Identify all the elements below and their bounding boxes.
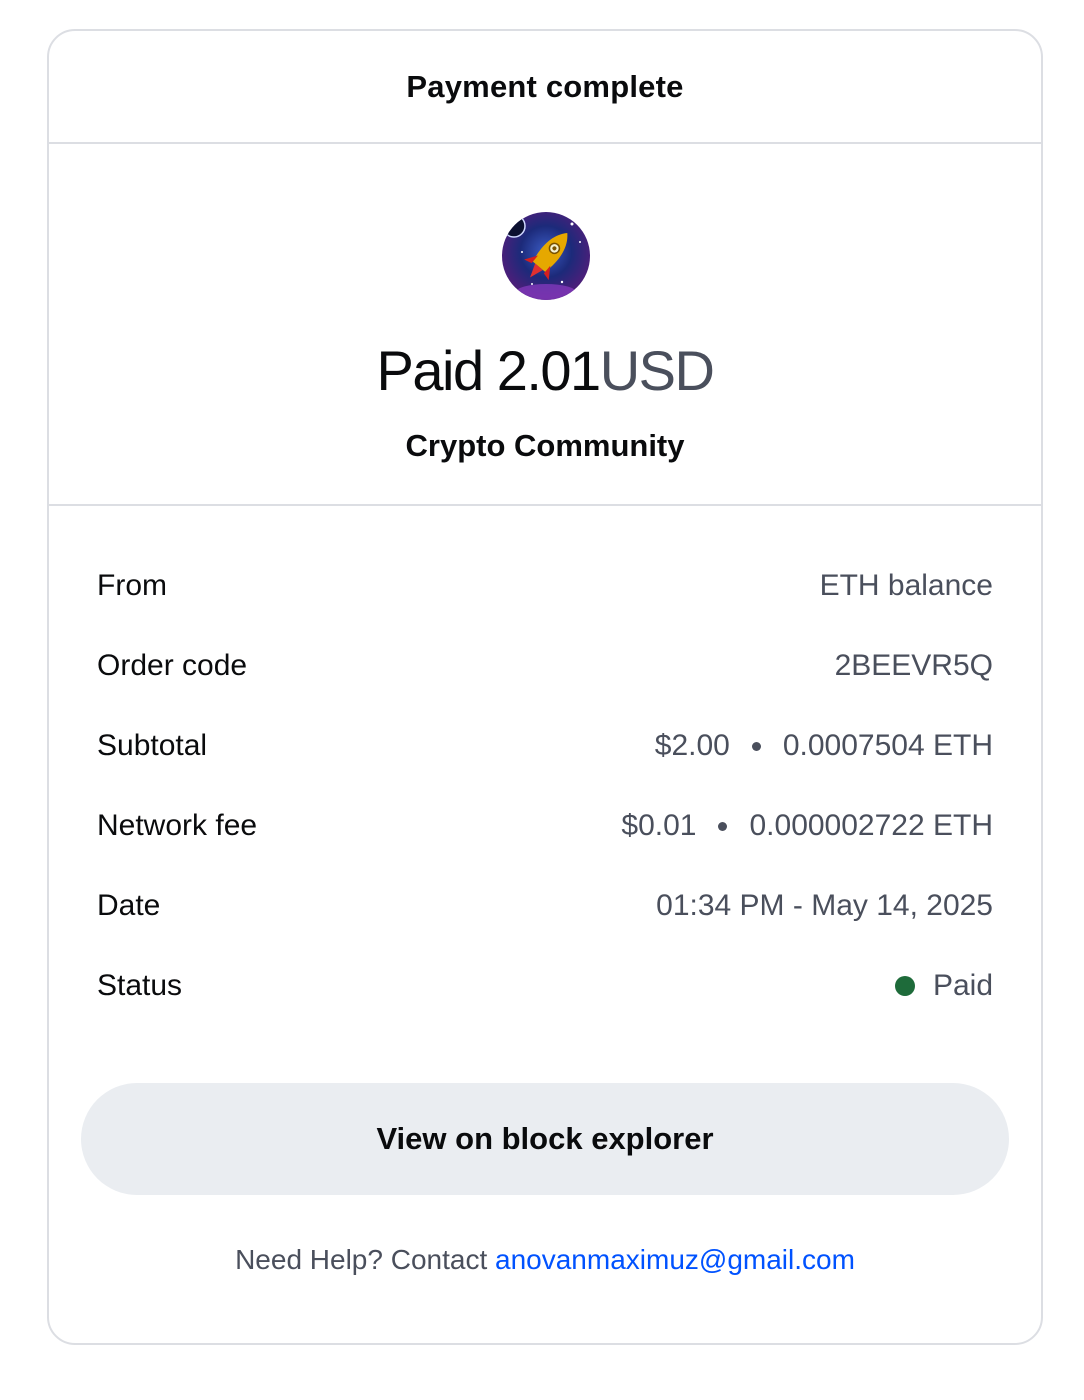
merchant-name: Crypto Community <box>405 428 685 463</box>
detail-label: Subtotal <box>97 729 208 762</box>
fee-eth: 0.000002722 ETH <box>749 809 993 842</box>
detail-value: 01:34 PM - May 14, 2025 <box>656 889 993 922</box>
detail-label: Network fee <box>97 809 258 842</box>
detail-value: Paid <box>894 969 993 1003</box>
detail-row-status: Status Paid <box>97 946 993 1026</box>
detail-label: From <box>97 569 167 602</box>
support-email-link[interactable]: anovanmaximuz@gmail.com <box>495 1244 855 1275</box>
status-badge: Paid <box>932 969 993 1002</box>
subtotal-eth: 0.0007504 ETH <box>782 729 993 762</box>
detail-value: ETH balance <box>819 569 993 602</box>
detail-label: Order code <box>97 649 248 682</box>
detail-value: 2BEEVR5Q <box>834 649 993 682</box>
detail-value: $2.00 0.0007504 ETH <box>655 729 993 763</box>
view-block-explorer-button[interactable]: View on block explorer <box>81 1083 1009 1195</box>
paid-value: 2.01 <box>496 339 602 402</box>
page-title: Payment complete <box>406 68 684 104</box>
payment-receipt-card: Payment complete Paid 2.01USD Crypto Com… <box>47 29 1043 1345</box>
detail-row-order-code: Order code 2BEEVR5Q <box>97 626 993 706</box>
detail-value: $0.01 0.000002722 ETH <box>621 809 993 843</box>
separator-dot <box>751 741 761 751</box>
detail-row-network-fee: Network fee $0.01 0.000002722 ETH <box>97 786 993 866</box>
detail-row-subtotal: Subtotal $2.00 0.0007504 ETH <box>97 706 993 786</box>
status-indicator-dot <box>894 976 915 996</box>
help-text: Need Help? Contact anovanmaximuz@gmail.c… <box>49 1244 1041 1276</box>
separator-dot <box>718 821 728 831</box>
detail-row-date: Date 01:34 PM - May 14, 2025 <box>97 866 993 946</box>
currency-label: USD <box>599 339 715 402</box>
detail-row-from: From ETH balance <box>97 546 993 626</box>
paid-word: Paid <box>376 339 485 402</box>
subtotal-usd: $2.00 <box>654 729 730 762</box>
detail-label: Status <box>97 969 183 1002</box>
fee-usd: $0.01 <box>621 809 697 842</box>
receipt-header: Payment complete <box>49 31 1041 144</box>
paid-amount: Paid 2.01USD <box>49 339 1041 403</box>
payment-details: From ETH balance Order code 2BEEVR5Q Sub… <box>97 546 993 1026</box>
rocket-icon <box>502 212 590 300</box>
detail-label: Date <box>97 889 161 922</box>
help-prefix: Need Help? Contact <box>235 1244 488 1275</box>
payment-summary: Paid 2.01USD Crypto Community <box>49 144 1041 506</box>
